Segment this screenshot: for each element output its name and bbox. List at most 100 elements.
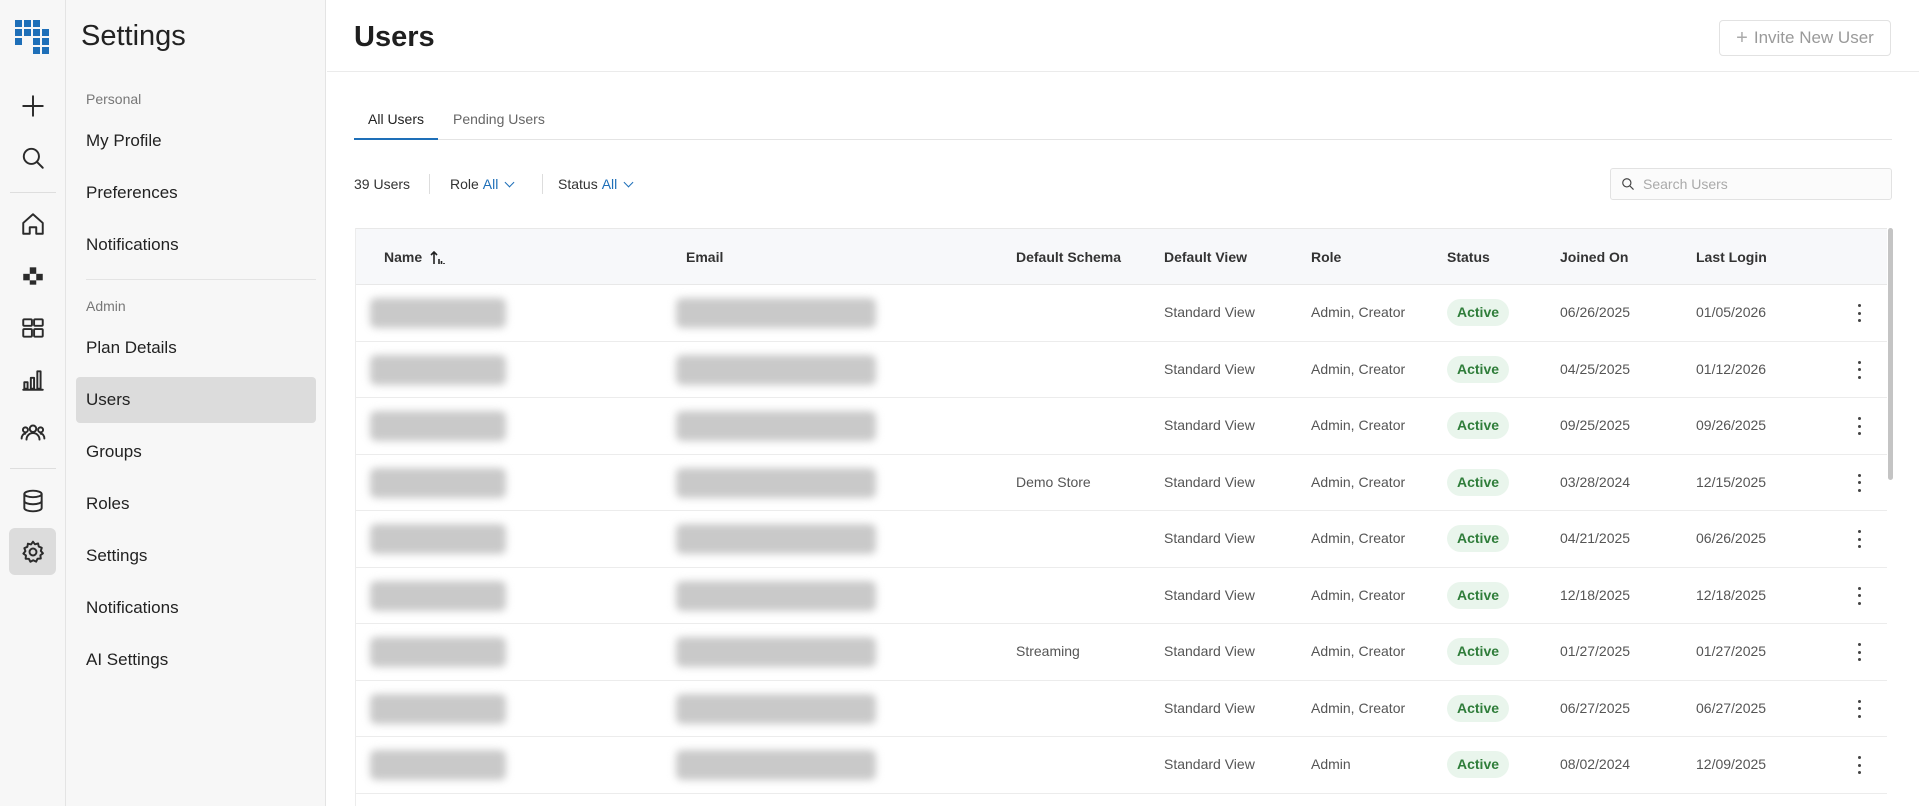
user-tabs: All Users Pending Users — [354, 104, 1892, 140]
row-menu-icon[interactable] — [1852, 640, 1866, 664]
settings-nav: Settings Personal My Profile Preferences… — [66, 0, 326, 806]
cell-joined-on: 01/27/2025 — [1560, 643, 1631, 659]
redacted-email — [676, 354, 876, 385]
column-header-status[interactable]: Status — [1447, 249, 1490, 265]
table-row[interactable]: Standard View Admin, Creator Active 04/21/2… — [356, 511, 1887, 568]
column-header-role[interactable]: Role — [1311, 249, 1341, 265]
nav-item-roles[interactable]: Roles — [76, 481, 316, 527]
status-badge: Active — [1447, 299, 1510, 326]
table-row[interactable]: Standard View Admin, Creator Active 04/25/2… — [356, 342, 1887, 398]
bar-chart-icon[interactable] — [9, 356, 56, 403]
database-icon[interactable] — [9, 477, 56, 524]
nav-item-preferences[interactable]: Preferences — [76, 170, 316, 216]
redacted-name — [370, 467, 506, 498]
redacted-name — [370, 580, 506, 611]
status-badge: Active — [1447, 412, 1510, 439]
search-users-box[interactable] — [1610, 168, 1892, 200]
row-menu-icon[interactable] — [1852, 753, 1866, 777]
search-icon[interactable] — [9, 134, 56, 181]
search-users-input[interactable] — [1643, 176, 1883, 192]
tab-pending-users[interactable]: Pending Users — [439, 104, 559, 140]
nav-item-notifications-personal[interactable]: Notifications — [76, 222, 316, 268]
invite-new-user-button[interactable]: + Invite New User — [1719, 20, 1891, 56]
home-icon[interactable] — [9, 200, 56, 247]
row-menu-icon[interactable] — [1852, 584, 1866, 608]
nav-item-ai-settings[interactable]: AI Settings — [76, 637, 316, 683]
cell-joined-on: 09/25/2025 — [1560, 417, 1631, 433]
cell-default-view: Standard View — [1164, 473, 1255, 490]
cell-joined-on: 06/26/2025 — [1560, 304, 1631, 320]
status-badge: Active — [1447, 638, 1510, 665]
plus-icon[interactable] — [9, 82, 56, 129]
redacted-email — [676, 693, 876, 724]
row-menu-icon[interactable] — [1852, 697, 1866, 721]
nav-item-my-profile[interactable]: My Profile — [76, 118, 316, 164]
cell-default-view: Standard View — [1164, 699, 1255, 716]
table-row[interactable]: Standard View Admin, Creator Active 06/27/2… — [356, 681, 1887, 737]
column-header-default-schema[interactable]: Default Schema — [1016, 249, 1121, 265]
table-row[interactable]: Streaming Standard View Admin, Creator Acti… — [356, 624, 1887, 681]
role-filter[interactable]: Role All — [450, 176, 515, 192]
cell-role: Admin, Creator — [1311, 360, 1406, 377]
column-header-joined-on[interactable]: Joined On — [1560, 249, 1628, 265]
nav-item-users[interactable]: Users — [76, 377, 316, 423]
chevron-down-icon — [504, 177, 515, 188]
table-row[interactable]: Demo Store Standard View Admin, Creator Act… — [356, 455, 1887, 511]
cell-role: Admin, Creator — [1311, 473, 1406, 490]
cell-default-view: Standard View — [1164, 530, 1255, 546]
cell-role: Admin, Creator — [1311, 304, 1406, 320]
table-row[interactable]: Standard View Admin, Creator Active 09/25/2… — [356, 398, 1887, 455]
cell-role: Admin, Creator — [1311, 586, 1406, 603]
status-badge: Active — [1447, 355, 1510, 383]
filter-divider — [429, 174, 430, 194]
redacted-email — [676, 750, 876, 780]
tab-all-users[interactable]: All Users — [354, 104, 439, 140]
redacted-name — [370, 411, 506, 441]
search-icon — [1622, 178, 1634, 190]
redacted-email — [676, 524, 876, 554]
cell-default-view: Standard View — [1164, 586, 1255, 603]
status-badge: Active — [1447, 751, 1510, 778]
column-header-email[interactable]: Email — [686, 249, 723, 265]
row-menu-icon[interactable] — [1852, 358, 1866, 382]
table-row[interactable]: Standard View Admin, Creator Active 12/18/2… — [356, 568, 1887, 624]
page-title: Users — [354, 21, 435, 53]
row-menu-icon[interactable] — [1852, 471, 1866, 495]
nav-item-notifications-admin[interactable]: Notifications — [76, 585, 316, 631]
table-row[interactable]: Standard View Admin, Creator Active 06/26/2… — [356, 285, 1887, 342]
gear-icon[interactable] — [9, 528, 56, 575]
redacted-name — [370, 637, 506, 667]
people-icon[interactable] — [9, 408, 56, 455]
filter-bar: 39 Users Role All Status All — [354, 168, 1892, 200]
pixel-blocks-icon[interactable] — [9, 252, 56, 299]
column-header-last-login[interactable]: Last Login — [1696, 249, 1767, 265]
nav-item-groups[interactable]: Groups — [76, 429, 316, 475]
nav-divider — [86, 279, 316, 280]
nav-item-plan-details[interactable]: Plan Details — [76, 325, 316, 371]
row-menu-icon[interactable] — [1852, 527, 1866, 551]
column-header-default-view[interactable]: Default View — [1164, 249, 1247, 265]
dashboard-icon[interactable] — [9, 304, 56, 351]
status-filter[interactable]: Status All — [558, 176, 634, 192]
column-header-name[interactable]: Name — [384, 249, 445, 265]
row-menu-icon[interactable] — [1852, 414, 1866, 438]
role-filter-label: Role — [450, 176, 479, 192]
nav-item-settings[interactable]: Settings — [76, 533, 316, 579]
nav-section-personal: Personal — [86, 91, 142, 107]
table-row[interactable]: Standard View Admin Active 08/02/2024 12/09/… — [356, 737, 1887, 794]
cell-joined-on: 08/02/2024 — [1560, 756, 1631, 772]
sort-icon[interactable] — [430, 251, 445, 265]
cell-role: Admin, Creator — [1311, 699, 1406, 716]
rail-divider — [10, 192, 56, 193]
cell-default-view: Standard View — [1164, 304, 1255, 320]
grid-logo-icon[interactable] — [15, 20, 49, 54]
cell-joined-on: 12/18/2025 — [1560, 586, 1631, 603]
user-count: 39 Users — [354, 176, 411, 192]
main-content: Users + Invite New User All Users Pendin… — [327, 0, 1919, 806]
cell-joined-on: 03/28/2024 — [1560, 473, 1631, 490]
row-menu-icon[interactable] — [1852, 301, 1866, 325]
cell-last-login: 12/15/2025 — [1696, 473, 1767, 490]
table-scrollbar[interactable] — [1888, 228, 1893, 480]
cell-default-view: Standard View — [1164, 756, 1255, 772]
cell-last-login: 12/09/2025 — [1696, 756, 1767, 772]
